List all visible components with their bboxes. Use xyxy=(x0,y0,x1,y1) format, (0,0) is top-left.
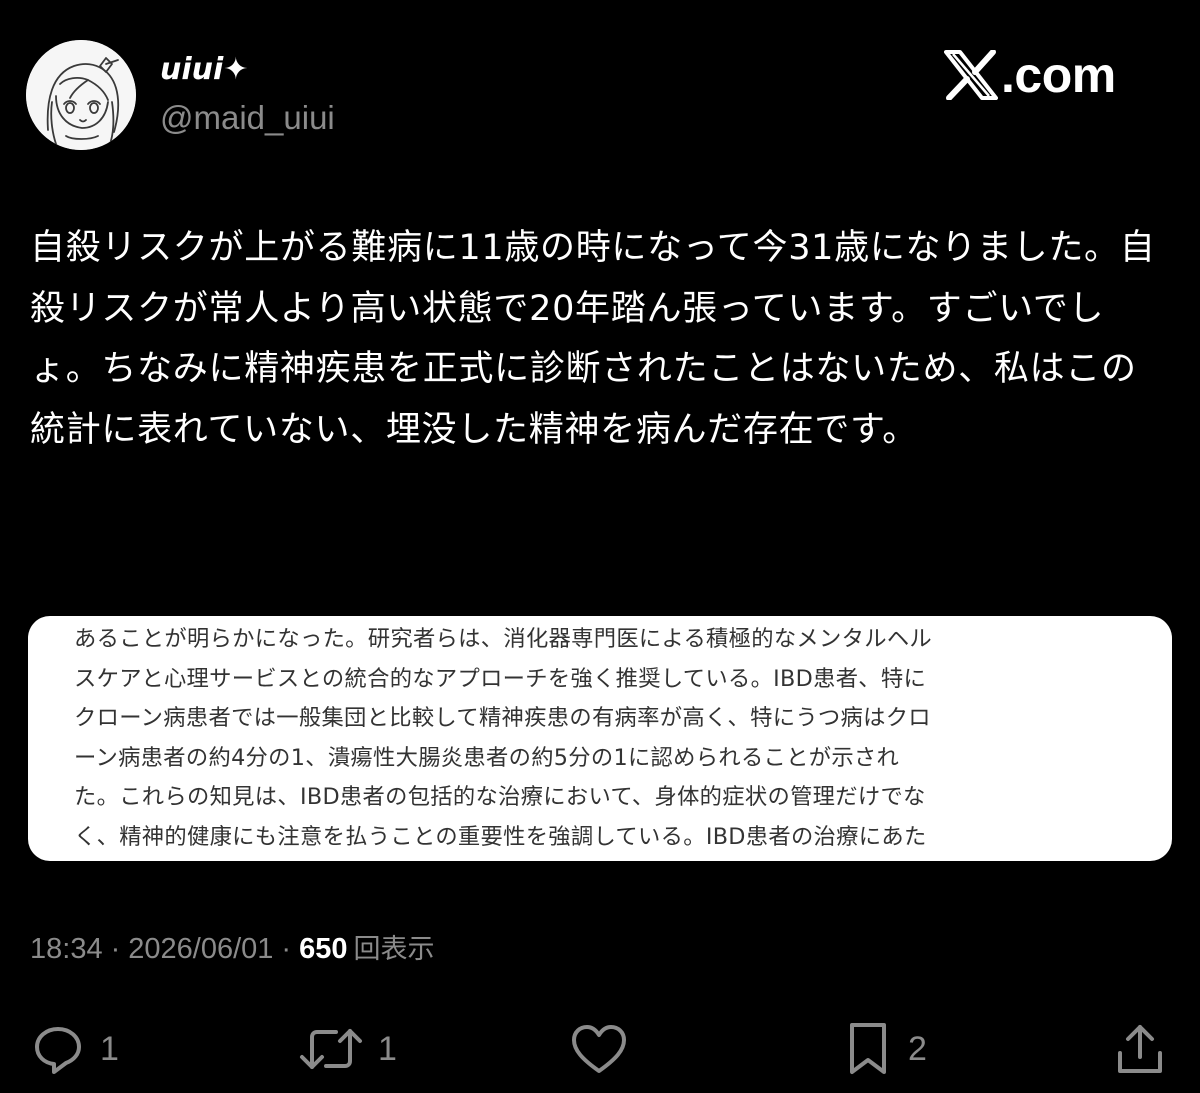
tweet-meta: 18:34 · 2026/06/01 · 650 回表示 xyxy=(30,928,434,971)
bookmark-count: 2 xyxy=(908,1029,927,1068)
views-count[interactable]: 650 xyxy=(299,933,347,965)
author-handle[interactable]: @maid_uiui xyxy=(160,98,335,138)
tweet-date[interactable]: 2026/06/01 xyxy=(128,933,273,965)
views-label[interactable]: 回表示 xyxy=(353,934,434,965)
repost-button[interactable]: 1 xyxy=(298,1018,397,1080)
attached-image-line: スケアと心理サービスとの統合的なアプローチを強く推奨している。IBD患者、特に xyxy=(74,665,927,692)
like-button[interactable] xyxy=(570,1018,642,1080)
avatar-drawing-icon xyxy=(26,40,136,150)
repost-icon xyxy=(300,1029,362,1069)
reply-count: 1 xyxy=(100,1029,119,1068)
bookmark-icon xyxy=(850,1023,886,1074)
repost-count: 1 xyxy=(378,1029,397,1068)
attached-image-text: あることが明らかになった。研究者らは、消化器専門医による積極的なメンタルヘル ス… xyxy=(74,620,1144,857)
site-logo-text: .com xyxy=(1001,47,1116,103)
x-logo-icon xyxy=(944,50,998,100)
reply-icon xyxy=(35,1027,81,1074)
tweet-time[interactable]: 18:34 xyxy=(30,933,103,965)
author-display-name[interactable]: uiui✦ xyxy=(160,52,248,88)
share-button[interactable] xyxy=(1112,1018,1182,1080)
attached-image-line: あることが明らかになった。研究者らは、消化器専門医による積極的なメンタルヘル xyxy=(74,626,933,652)
heart-icon xyxy=(572,1025,626,1073)
attached-image-line: クローン病患者では一般集団と比較して精神疾患の有病率が高く、特にうつ病はクロ xyxy=(74,705,931,731)
attached-image-line: た。これらの知見は、IBD患者の包括的な治療において、身体的症状の管理だけでな xyxy=(74,784,926,810)
attached-image-line: ーン病患者の約4分の1、潰瘍性大腸炎患者の約5分の1に認められることが示され xyxy=(74,744,900,771)
tweet-text: 自殺リスクが上がる難病に11歳の時になって今31歳になりました。自殺リスクが常人… xyxy=(30,228,1156,450)
meta-separator: · xyxy=(110,933,121,965)
attached-image-line: く、精神的健康にも注意を払うことの重要性を強調している。IBD患者の治療にあた xyxy=(74,823,927,850)
share-icon xyxy=(1118,1025,1162,1073)
bookmark-button[interactable]: 2 xyxy=(842,1018,927,1080)
meta-separator: · xyxy=(281,933,292,965)
avatar[interactable] xyxy=(26,40,136,150)
attached-image[interactable]: あることが明らかになった。研究者らは、消化器専門医による積極的なメンタルヘル ス… xyxy=(28,616,1172,861)
reply-button[interactable]: 1 xyxy=(30,1018,119,1080)
site-logo: .com xyxy=(944,44,1116,106)
